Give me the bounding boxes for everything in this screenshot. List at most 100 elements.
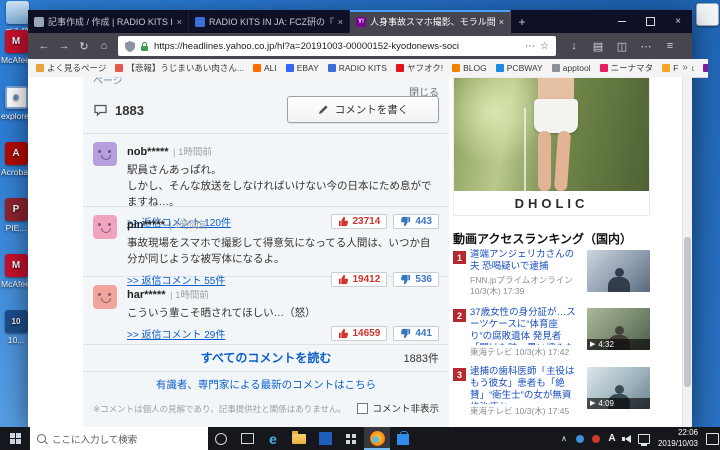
comment-username[interactable]: pin***** xyxy=(127,219,165,231)
taskbar-app-grid[interactable] xyxy=(338,427,364,450)
bookmark-star-icon[interactable]: ☆ xyxy=(540,41,549,52)
agree-button[interactable]: 14659 xyxy=(330,325,388,341)
reload-button[interactable]: ↻ xyxy=(74,40,94,53)
comment-time: 1時間前 xyxy=(169,220,208,231)
desktop-icon-10[interactable]: 10 10... xyxy=(1,310,31,345)
video-thumbnail[interactable]: ▶ 4:32 xyxy=(587,308,650,350)
video-title-link[interactable]: 逮捕の歯科医師「主役はもう彼女」患者も「絶賛」“衛生士”の女が無資格治療か xyxy=(470,366,580,404)
home-button[interactable]: ⌂ xyxy=(94,40,114,52)
bookmark-item[interactable]: apptool xyxy=(551,63,591,73)
bookmark-item[interactable]: ニーナマタ xyxy=(599,62,653,74)
volume-button[interactable] xyxy=(620,427,636,450)
scrollbar-thumb[interactable] xyxy=(684,237,691,387)
bookmark-item[interactable]: PCBWAY xyxy=(495,63,543,73)
maximize-button[interactable] xyxy=(636,10,664,33)
disagree-button[interactable]: 441 xyxy=(393,325,439,341)
ranking-item[interactable]: 2 37歳女性の身分証が…スーツケースに“体育座り”の腐敗遺体 発見者「開けた時… xyxy=(453,307,650,363)
tab-1[interactable]: 記事作成 / 作成 | RADIO KITS I... × xyxy=(28,10,189,33)
expert-comments-link[interactable]: 有識者、専門家による最新のコメントはこちら xyxy=(83,377,449,392)
read-all-comments-link[interactable]: すべてのコメントを読む xyxy=(83,349,449,366)
taskbar-clock[interactable]: 22:06 2019/10/03 xyxy=(652,428,704,449)
download-icon[interactable]: ↓ xyxy=(562,40,586,52)
desktop-icon-pie[interactable]: P PIE... xyxy=(1,198,31,233)
ranking-item[interactable]: 3 逮捕の歯科医師「主役はもう彼女」患者も「絶賛」“衛生士”の女が無資格治療か … xyxy=(453,366,650,422)
desktop-icon-mcafee-console[interactable]: M McAfee Con... xyxy=(1,254,55,289)
menu-icon[interactable]: ≡ xyxy=(658,40,682,52)
new-tab-button[interactable]: + xyxy=(511,10,533,33)
taskbar-app-tile[interactable] xyxy=(312,427,338,450)
task-view-button[interactable] xyxy=(234,427,260,450)
write-comment-button[interactable]: コメントを書く xyxy=(287,96,439,123)
bookmark-item[interactable]: 【悲報】うじまいあい肉さん... xyxy=(115,62,244,74)
tab-3-title: 人身事故スマホ撮影、モラル問う... xyxy=(370,17,495,27)
video-source: 東海テレビ 10/3(木) 17:45 xyxy=(470,406,570,416)
start-button[interactable] xyxy=(0,427,30,450)
close-window-button[interactable]: × xyxy=(664,10,692,33)
desktop-icon-mcafee-scan[interactable]: M McAfee Scan xyxy=(1,30,52,65)
tab-close-icon[interactable]: × xyxy=(338,17,343,27)
forward-button[interactable]: → xyxy=(54,40,74,52)
tab-3-active[interactable]: Y! 人身事故スマホ撮影、モラル問う... × xyxy=(350,10,511,33)
taskbar-app-store[interactable] xyxy=(390,427,416,450)
comment-item: nob***** 1時間前 駅員さんあっぱれ。 しかし、そんな放送をしなければい… xyxy=(83,134,449,230)
library-icon[interactable]: ▤ xyxy=(586,40,610,53)
back-button[interactable]: ← xyxy=(34,40,54,52)
avatar xyxy=(93,215,117,239)
minimize-button[interactable] xyxy=(608,10,636,33)
tab-2[interactable]: RADIO KITS IN JA: FCZ研の『TRX... × xyxy=(189,10,350,33)
bookmark-item[interactable]: よく見るページ xyxy=(36,62,106,74)
tray-expand-button[interactable]: ∧ xyxy=(556,427,572,450)
bookmarks-overflow-chevron[interactable]: » xyxy=(678,59,692,77)
tab-close-icon[interactable]: × xyxy=(177,17,182,27)
tab-2-favicon xyxy=(195,16,205,27)
hide-comments-control[interactable]: コメント非表示 xyxy=(357,401,439,415)
network-button[interactable] xyxy=(636,427,652,450)
bookmark-item[interactable]: RADIO KITS xyxy=(327,63,387,73)
hide-comments-checkbox[interactable] xyxy=(357,402,369,414)
rank-badge: 3 xyxy=(453,368,466,381)
bookmark-item[interactable]: ヤフオク! xyxy=(395,62,443,74)
ime-mode-indicator[interactable]: A xyxy=(604,427,620,450)
ad-banner[interactable]: DHOLIC xyxy=(453,77,650,216)
video-duration: ▶ 4:32 xyxy=(587,339,650,350)
vote-buttons: 14659 441 xyxy=(330,325,439,341)
search-icon xyxy=(37,434,46,443)
app-tile-icon xyxy=(318,432,332,445)
desktop-icon-acrobat[interactable]: A Acrobat R... xyxy=(1,142,46,177)
reply-comments-link[interactable]: >> 返信コメント 29件 xyxy=(127,326,225,341)
page-scrollbar[interactable] xyxy=(682,77,692,427)
taskbar-app-edge[interactable]: e xyxy=(260,427,286,450)
page-actions-icon[interactable]: ⋯ xyxy=(525,41,535,52)
video-title-link[interactable]: 道端アンジェリカさんの夫 恐喝疑いで逮捕 xyxy=(470,249,580,273)
bookmark-item[interactable]: lcpcb xyxy=(702,63,708,73)
bookmark-item[interactable]: BLOG xyxy=(452,63,487,73)
tab-close-icon[interactable]: × xyxy=(499,17,504,27)
action-center-button[interactable] xyxy=(704,427,720,450)
bookmark-item[interactable]: ALI xyxy=(252,63,277,73)
comment-time: 1時間前 xyxy=(170,290,209,301)
taskbar-app-firefox-active[interactable] xyxy=(364,427,390,450)
taskbar-search[interactable]: ここに入力して検索 xyxy=(30,427,208,450)
video-thumbnail[interactable]: ▶ 4:09 xyxy=(587,367,650,409)
toolbar-overflow-icon[interactable]: ⋯ xyxy=(634,40,658,53)
tray-blue-icon[interactable] xyxy=(572,427,588,450)
url-text[interactable]: https://headlines.yahoo.co.jp/hl?a=20191… xyxy=(154,41,520,52)
comment-username[interactable]: nob***** xyxy=(127,146,169,158)
comment-username[interactable]: har***** xyxy=(127,289,166,301)
desktop-icon-corner[interactable] xyxy=(692,3,720,28)
comment-header: har***** 1時間前 xyxy=(127,285,439,303)
video-title-link[interactable]: 37歳女性の身分証が…スーツケースに“体育座り”の腐敗遺体 発見者「開けた時、黒… xyxy=(470,307,580,345)
cortana-button[interactable] xyxy=(208,427,234,450)
url-bar[interactable]: https://headlines.yahoo.co.jp/hl?a=20191… xyxy=(118,36,556,56)
sidebar-toggle-icon[interactable]: ◫ xyxy=(610,40,634,53)
desktop-icon-explorer[interactable]: e explorer... xyxy=(1,86,38,121)
bookmark-item[interactable]: EBAY xyxy=(285,63,319,73)
shield-icon[interactable] xyxy=(125,40,135,52)
ranking-item[interactable]: 1 道端アンジェリカさんの夫 恐喝疑いで逮捕 FNN.jpプライムオンライン 1… xyxy=(453,249,650,305)
taskbar-app-file-explorer[interactable] xyxy=(286,427,312,450)
tray-mcafee-icon[interactable] xyxy=(588,427,604,450)
lock-icon[interactable] xyxy=(140,41,149,52)
video-thumbnail[interactable] xyxy=(587,250,650,292)
thumb-up-icon xyxy=(338,328,348,338)
comment-item: har***** 1時間前 こういう輩こそ晒されてほしい…（怒） >> 返信コメ… xyxy=(83,277,449,345)
